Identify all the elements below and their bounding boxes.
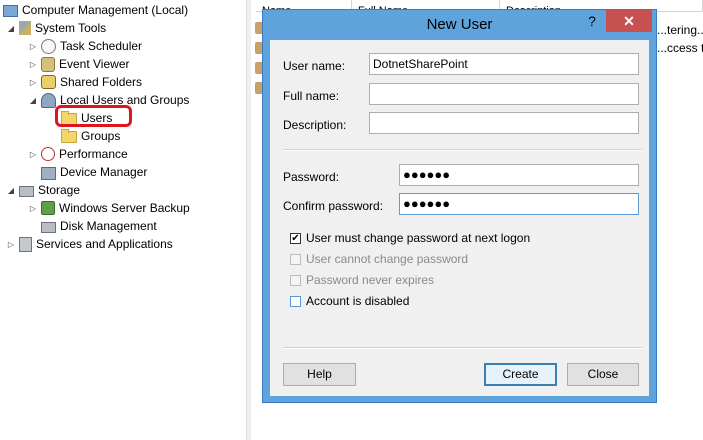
tree-item-windows-server-backup[interactable]: ▷ Windows Server Backup <box>28 199 190 217</box>
tree-item-computer-management[interactable]: Computer Management (Local) <box>3 1 188 19</box>
must-change-password-checkbox[interactable]: ✔ User must change password at next logo… <box>290 230 530 246</box>
computer-icon <box>3 5 18 17</box>
folder-icon <box>61 128 77 144</box>
password-label: Password: <box>283 170 340 184</box>
expand-arrow-icon[interactable]: ▷ <box>6 240 16 249</box>
separator <box>284 347 642 349</box>
tree-item-label: Storage <box>38 183 81 197</box>
tree-item-label: Services and Applications <box>36 237 173 251</box>
tree-item-groups[interactable]: Groups <box>61 127 120 145</box>
new-user-dialog: New User ? ✕ User name: DotnetSharePoint… <box>262 9 657 403</box>
help-button[interactable]: Help <box>283 363 356 386</box>
expand-arrow-icon[interactable]: ▷ <box>28 204 38 213</box>
collapse-arrow-icon[interactable]: ◢ <box>28 96 38 105</box>
checkbox-icon[interactable] <box>290 295 301 307</box>
checkbox-label: Password never expires <box>306 273 435 287</box>
full-name-label: Full name: <box>283 89 340 103</box>
user-name-field[interactable]: DotnetSharePoint <box>369 53 639 75</box>
checkbox-icon[interactable] <box>290 253 301 265</box>
expand-arrow-icon[interactable]: ▷ <box>28 42 38 51</box>
tree-item-storage[interactable]: ◢ Storage <box>6 181 80 199</box>
confirm-password-field[interactable]: ●●●●●● <box>399 193 639 215</box>
tree-item-device-manager[interactable]: Device Manager <box>41 163 147 181</box>
tree-item-system-tools[interactable]: ◢ System Tools <box>6 19 106 37</box>
users-groups-icon <box>41 92 56 108</box>
tree-item-shared-folders[interactable]: ▷ Shared Folders <box>28 73 142 91</box>
collapse-arrow-icon[interactable]: ◢ <box>6 186 16 195</box>
tools-icon <box>19 21 31 35</box>
confirm-password-label: Confirm password: <box>283 199 384 213</box>
tree-item-label: Groups <box>81 129 121 143</box>
tree-item-label: Shared Folders <box>60 75 143 89</box>
expand-arrow-icon[interactable]: ▷ <box>28 78 38 87</box>
user-name-label: User name: <box>283 59 346 73</box>
tree-item-label: Device Manager <box>60 165 148 179</box>
dialog-titlebar[interactable]: New User ? ✕ <box>263 10 656 39</box>
annotation-highlight <box>55 105 132 127</box>
full-name-field[interactable] <box>369 83 639 105</box>
separator <box>284 149 642 151</box>
help-icon[interactable]: ? <box>579 10 605 32</box>
tree-item-event-viewer[interactable]: ▷ Event Viewer <box>28 55 129 73</box>
expand-arrow-icon[interactable]: ▷ <box>28 60 38 69</box>
close-button[interactable]: Close <box>567 363 639 386</box>
checkbox-checked-icon[interactable]: ✔ <box>290 232 301 244</box>
description-label: Description: <box>283 118 347 132</box>
tree-item-label: Disk Management <box>60 219 157 233</box>
password-field[interactable]: ●●●●●● <box>399 164 639 186</box>
performance-icon <box>41 147 55 161</box>
clock-icon <box>41 38 56 54</box>
disk-icon <box>41 222 56 233</box>
close-icon[interactable]: ✕ <box>606 10 652 32</box>
device-manager-icon <box>41 166 56 180</box>
tree-item-task-scheduler[interactable]: ▷ Task Scheduler <box>28 37 142 55</box>
tree-item-label: Performance <box>59 147 128 161</box>
storage-icon <box>19 186 34 197</box>
event-viewer-icon <box>41 56 55 72</box>
tree-item-label: Task Scheduler <box>60 39 143 53</box>
checkbox-icon[interactable] <box>290 274 301 286</box>
checkbox-label: User cannot change password <box>306 252 469 266</box>
shared-folder-icon <box>41 75 56 89</box>
tree-item-label: Windows Server Backup <box>59 201 190 215</box>
list-cell-description: ...tering... <box>657 23 703 37</box>
navigation-tree: Computer Management (Local) ◢ System Too… <box>0 0 246 440</box>
create-button[interactable]: Create <box>484 363 557 386</box>
collapse-arrow-icon[interactable]: ◢ <box>6 24 16 33</box>
dialog-body: User name: DotnetSharePoint Full name: D… <box>270 40 649 396</box>
password-never-expires-checkbox[interactable]: Password never expires <box>290 272 434 288</box>
list-cell-description: ...ccess t... <box>657 41 703 55</box>
services-icon <box>19 236 32 252</box>
expand-arrow-icon[interactable]: ▷ <box>28 150 38 159</box>
tree-item-label: System Tools <box>35 21 107 35</box>
account-disabled-checkbox[interactable]: Account is disabled <box>290 293 409 309</box>
checkbox-label: User must change password at next logon <box>306 231 531 245</box>
backup-icon <box>41 201 55 215</box>
tree-item-label: Computer Management (Local) <box>22 3 189 17</box>
checkbox-label: Account is disabled <box>306 294 410 308</box>
tree-item-disk-management[interactable]: Disk Management <box>41 217 157 235</box>
tree-item-performance[interactable]: ▷ Performance <box>28 145 128 163</box>
cannot-change-password-checkbox[interactable]: User cannot change password <box>290 251 468 267</box>
description-field[interactable] <box>369 112 639 134</box>
tree-item-services-and-applications[interactable]: ▷ Services and Applications <box>6 235 173 253</box>
tree-item-label: Event Viewer <box>59 57 130 71</box>
